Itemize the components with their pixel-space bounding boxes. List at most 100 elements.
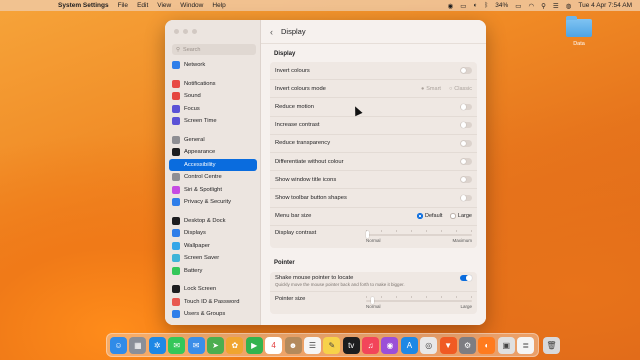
reduce-motion-toggle[interactable] <box>460 103 472 111</box>
pointer-size-row: Pointer size Normal Large <box>270 292 477 314</box>
slider-tick <box>396 295 397 298</box>
display-status-icon[interactable]: ▭ <box>460 2 466 10</box>
sidebar-item-lock-screen[interactable]: Lock Screen <box>169 283 257 296</box>
spotlight-icon[interactable]: ⚲ <box>541 2 546 10</box>
brave-icon[interactable]: ▼ <box>439 336 457 354</box>
sidebar-item-focus[interactable]: Focus <box>169 103 257 116</box>
music-icon[interactable]: ♫ <box>362 336 380 354</box>
sidebar-item-label: Siri & Spotlight <box>184 186 223 193</box>
pointer-size-knob[interactable] <box>371 296 375 304</box>
launchpad-icon[interactable]: ▦ <box>129 336 147 354</box>
sidebar-item-label: Focus <box>184 105 200 112</box>
preview-icon[interactable]: ▣ <box>497 336 515 354</box>
sidebar-item-notifications[interactable]: Notifications <box>169 78 257 91</box>
increase-contrast-label: Increase contrast <box>275 122 320 129</box>
close-button[interactable] <box>174 29 179 34</box>
toolbar-shapes-toggle[interactable] <box>460 194 472 202</box>
text-edit-icon[interactable]: ≣ <box>517 336 535 354</box>
shake-pointer-toggle[interactable] <box>460 274 472 282</box>
window-title-icons-label: Show window title icons <box>275 176 337 183</box>
menu-view[interactable]: View <box>157 2 171 9</box>
menu-bar-size-large[interactable]: Large <box>450 213 472 219</box>
window-title-icons-toggle[interactable] <box>460 176 472 183</box>
wifi-icon[interactable]: ◠ <box>528 2 534 10</box>
sidebar-item-general[interactable]: General <box>169 134 257 147</box>
slider-tick <box>426 295 427 298</box>
menu-edit[interactable]: Edit <box>137 2 148 9</box>
sidebar-item-label: Battery <box>184 267 203 274</box>
reduce-motion-label: Reduce motion <box>275 103 314 110</box>
menu-app-name[interactable]: System Settings <box>58 2 109 9</box>
trash-icon[interactable]: 🗑 <box>542 336 560 354</box>
messages-icon[interactable]: ✉ <box>168 336 186 354</box>
sidebar-item-users-groups[interactable]: Users & Groups <box>169 308 257 321</box>
sidebar-item-screen-saver[interactable]: Screen Saver <box>169 252 257 265</box>
sidebar-item-control-centre[interactable]: Control Centre <box>169 171 257 184</box>
chrome-icon[interactable]: ◎ <box>420 336 438 354</box>
sidebar-item-label: Notifications <box>184 80 216 87</box>
tv-icon[interactable]: tv <box>342 336 360 354</box>
notes-icon[interactable]: ✎ <box>323 336 341 354</box>
battery-percent[interactable]: 34% <box>495 2 508 9</box>
app-store-icon[interactable]: A <box>400 336 418 354</box>
menu-clock[interactable]: Tue 4 Apr 7:54 AM <box>578 2 632 9</box>
invert-mode-classic[interactable]: ○ Classic <box>449 86 472 92</box>
sidebar-item-privacy-security[interactable]: Privacy & Security <box>169 196 257 209</box>
main-pane: ‹ Display Display Invert colours Invert … <box>261 20 486 325</box>
sidebar-item-desktop-dock[interactable]: Desktop & Dock <box>169 215 257 228</box>
battery-icon[interactable]: ▭ <box>515 2 521 10</box>
record-icon[interactable]: ◉ <box>448 2 454 10</box>
system-settings-icon[interactable]: ⚙ <box>459 336 477 354</box>
search-input[interactable]: ⚲ Search <box>172 44 256 55</box>
sidebar-item-siri-spotlight[interactable]: Siri & Spotlight <box>169 184 257 197</box>
siri-menu-icon[interactable]: ◍ <box>566 2 572 10</box>
sidebar-item-label: Sound <box>184 93 201 100</box>
sidebar-item-sound[interactable]: Sound <box>169 90 257 103</box>
sidebar-item-touch-id-password[interactable]: Touch ID & Password <box>169 296 257 309</box>
differentiate-toggle[interactable] <box>460 158 472 165</box>
pointer-size-slider[interactable] <box>366 296 472 304</box>
sidebar-item-battery[interactable]: Battery <box>169 265 257 278</box>
calendar-icon[interactable]: 4 <box>265 336 283 354</box>
minimize-button[interactable] <box>183 29 188 34</box>
display-settings-card: Invert colours Invert colours mode ● Sma… <box>270 62 477 248</box>
increase-contrast-toggle[interactable] <box>460 121 472 129</box>
slider-tick <box>366 295 367 298</box>
sidebar-item-displays[interactable]: Displays <box>169 227 257 240</box>
podcasts-icon[interactable]: ◉ <box>381 336 399 354</box>
sidebar-item-network[interactable]: Network <box>169 59 257 72</box>
mail-icon[interactable]: ✉ <box>187 336 205 354</box>
desktop-folder-icon[interactable] <box>566 16 592 37</box>
display-contrast-slider[interactable] <box>366 230 472 238</box>
display-contrast-knob[interactable] <box>366 230 369 238</box>
menu-file[interactable]: File <box>118 2 128 9</box>
sidebar-item-screen-time[interactable]: Screen Time <box>169 115 257 128</box>
zoom-button[interactable] <box>192 29 197 34</box>
back-chevron-icon[interactable]: ‹ <box>270 27 273 37</box>
menu-window[interactable]: Window <box>180 2 203 9</box>
reminders-icon[interactable]: ☰ <box>303 336 321 354</box>
finder-icon[interactable]: ☺ <box>110 336 127 354</box>
reduce-transparency-label: Reduce transparency <box>275 140 331 147</box>
safari-icon[interactable]: ✲ <box>148 336 166 354</box>
sidebar-item-wallpaper[interactable]: Wallpaper <box>169 240 257 253</box>
sidebar-item-accessibility[interactable]: Accessibility <box>169 158 257 171</box>
menu-help[interactable]: Help <box>212 2 225 9</box>
sidebar-item-appearance[interactable]: Appearance <box>169 146 257 159</box>
reduce-transparency-toggle[interactable] <box>460 140 472 147</box>
desktop-folder-label[interactable]: Data <box>560 41 598 47</box>
contacts-icon[interactable]: ☻ <box>284 336 302 354</box>
maps-icon[interactable]: ➤ <box>206 336 224 354</box>
control-centre-icon[interactable]: ☰ <box>553 2 559 10</box>
pointer-size-max-label: Large <box>460 303 472 309</box>
page-title: Display <box>281 27 306 36</box>
invert-mode-smart[interactable]: ● Smart <box>421 86 441 92</box>
photos-icon[interactable]: ✿ <box>226 336 244 354</box>
facetime-icon[interactable]: ▶ <box>245 336 263 354</box>
invert-colours-toggle[interactable] <box>460 67 472 74</box>
audio-status-icon[interactable]: ◐ <box>473 2 477 9</box>
menu-bar-size-default[interactable]: Default <box>417 213 442 219</box>
bluetooth-icon[interactable]: ᛒ <box>484 2 488 9</box>
firefox-icon[interactable]: ◐ <box>478 336 496 354</box>
